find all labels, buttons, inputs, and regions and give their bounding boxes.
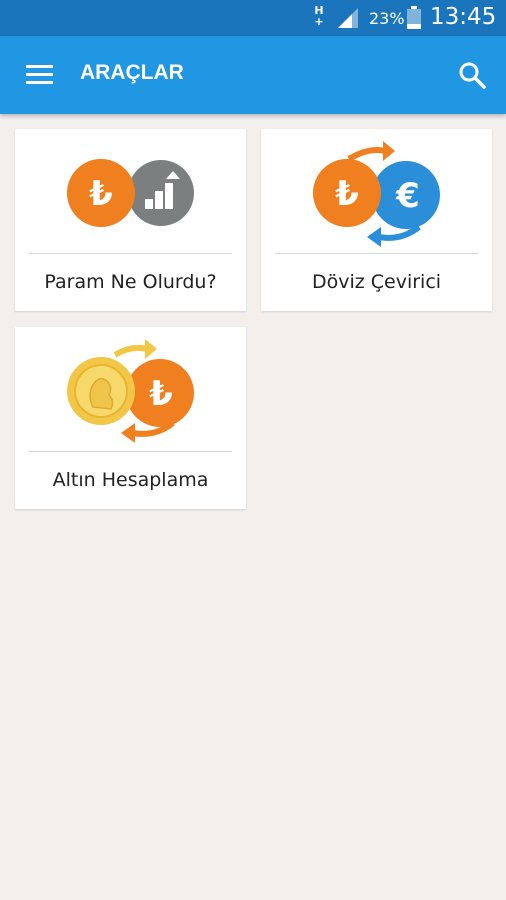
page-title: ARAÇLAR — [80, 61, 184, 84]
lira-symbol: ₺ — [89, 174, 113, 214]
lira-euro-exchange-icon: € ₺ — [313, 141, 440, 247]
card-divider — [29, 451, 232, 452]
status-bar: H + 23% 13:45 — [0, 0, 506, 36]
card-divider — [275, 253, 478, 254]
lira-symbol: ₺ — [149, 374, 173, 414]
tool-card-label: Altın Hesaplama — [52, 469, 209, 491]
euro-symbol: € — [395, 176, 420, 216]
lira-growth-chart-icon: ₺ — [67, 159, 194, 227]
search-icon[interactable] — [458, 61, 488, 91]
battery-icon — [407, 6, 421, 29]
gold-coin-lira-exchange-icon: ₺ — [67, 339, 194, 443]
tool-card-doviz-cevirici[interactable]: € ₺ Döviz Çevirici — [261, 129, 492, 311]
battery-percentage: 23% — [369, 9, 405, 28]
app-bar: ARAÇLAR — [0, 36, 506, 114]
card-divider — [29, 253, 232, 254]
signal-strength-icon — [338, 8, 358, 28]
clock: 13:45 — [430, 4, 497, 30]
tool-card-label: Döviz Çevirici — [311, 271, 442, 293]
hamburger-menu-icon[interactable] — [26, 64, 54, 86]
lira-symbol: ₺ — [335, 174, 359, 214]
network-type-indicator: H + — [314, 4, 324, 28]
tool-card-param-ne-olurdu[interactable]: ₺ Param Ne Olurdu? — [15, 129, 246, 311]
tool-card-label: Param Ne Olurdu? — [44, 271, 217, 293]
tool-card-altin-hesaplama[interactable]: ₺ Altın Hesaplama — [15, 327, 246, 509]
